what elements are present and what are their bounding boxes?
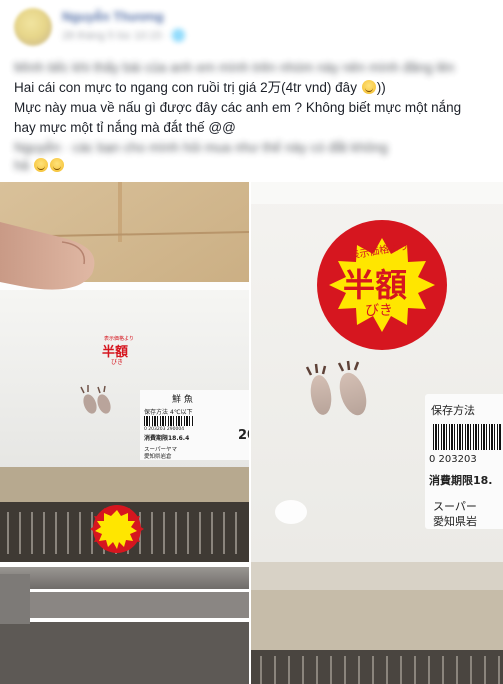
price-text: 20 (238, 428, 249, 443)
addr-text: 愛知県岩倉 (144, 454, 172, 460)
barcode-icon (144, 416, 194, 426)
barcode-icon (433, 424, 501, 450)
post-timestamp[interactable]: 28 tháng 5 lúc 10:15 · 🌐 (62, 29, 185, 42)
expiry-text: 消費期限18.6.4 (144, 435, 190, 442)
post-text: Hai cái con mực to ngang con ruồi trị gi… (14, 80, 357, 95)
barcode-number: 0 203203 (429, 454, 477, 465)
sticker-hira-text: びき (365, 303, 393, 319)
shop-text: スーパー (433, 500, 477, 513)
post-text-line: hay mực một tỉ nắng mà đắt thế @@ (14, 120, 236, 135)
price-label: 鮮 魚 保存方法 4℃以下 0 203203 290004 消費期限18.6.4… (140, 390, 249, 460)
expiry-text: 消費期限18. (429, 474, 493, 487)
addr-text: 愛知県岩 (433, 515, 477, 528)
post-text-line: Mực này mua về nấu gì được đây các anh e… (14, 100, 462, 115)
photo-left[interactable]: 表示価格より 半額 びき 鮮 魚 保存方法 4℃以下 0 203203 2900… (0, 182, 249, 684)
blurred-text-line: Mình tiếc khi thấy bài của anh em mình t… (14, 60, 455, 75)
author-avatar[interactable] (14, 8, 52, 46)
author-name[interactable]: Nguyễn Thương (62, 9, 164, 24)
post-text-line: Hai cái con mực to ngang con ruồi trị gi… (14, 78, 386, 98)
blurred-text-line: Nguyễn · các bạn cho mình hỏi mua như th… (14, 140, 388, 155)
blurred-text: hả (14, 158, 30, 173)
facebook-post: Nguyễn Thương 28 tháng 5 lúc 10:15 · 🌐 M… (0, 0, 503, 684)
laugh-emoji-icon (49, 158, 64, 172)
post-header: Nguyễn Thương 28 tháng 5 lúc 10:15 · 🌐 (0, 0, 503, 58)
laugh-emoji-icon (33, 158, 48, 172)
blurred-text-line: hả (14, 156, 65, 176)
barcode-number: 0 203203 290004 (144, 427, 185, 432)
storage-text: 保存方法 (431, 404, 475, 417)
photo-right[interactable]: 表示価格より 半額 びき 保存方法 0 203203 消費期限18. スーパー … (251, 182, 503, 684)
fish-kanji: 鮮 魚 (172, 395, 193, 405)
photo-divider (249, 182, 251, 684)
smile-emoji-icon (361, 80, 376, 94)
post-text-end: )) (376, 80, 386, 95)
temp-text: 4℃以下 (170, 409, 193, 416)
sticker-hira-text: びき (111, 359, 124, 366)
storage-text: 保存方法 (144, 409, 169, 416)
price-label: 保存方法 0 203203 消費期限18. スーパー 愛知県岩 (425, 394, 503, 529)
